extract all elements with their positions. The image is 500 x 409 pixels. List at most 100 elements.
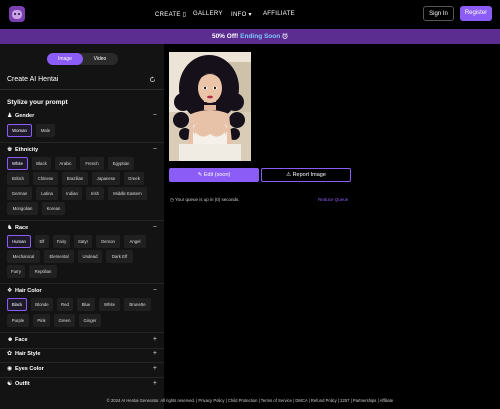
nav-affiliate[interactable]: AFFILIATE (263, 11, 295, 17)
chip-irish[interactable]: Irish (86, 187, 104, 200)
chip-white-hair[interactable]: White (99, 298, 120, 311)
hair-color-icon: ❖ (7, 288, 13, 294)
section-gender[interactable]: ♟ Gender − (7, 112, 157, 121)
refresh-icon[interactable] (149, 76, 156, 83)
promo-highlight: Ending Soon (240, 33, 281, 40)
chip-satyr[interactable]: Satyr (74, 235, 92, 248)
chip-furry[interactable]: Furry (7, 265, 25, 278)
chip-green[interactable]: Green (54, 314, 75, 327)
section-divider (0, 283, 164, 284)
chip-male[interactable]: Male (36, 124, 55, 137)
expand-icon[interactable]: + (153, 365, 157, 373)
chip-mongolian[interactable]: Mongolian (7, 202, 38, 215)
chip-egyptian[interactable]: Egyptian (108, 157, 134, 170)
chip-german[interactable]: German (7, 187, 32, 200)
top-header: CREATE ▯ GALLERY INFO ▾ AFFILIATE Sign I… (0, 0, 500, 29)
chip-greek[interactable]: Greek (124, 172, 144, 185)
sign-in-button[interactable]: Sign In (423, 6, 454, 21)
section-divider (0, 220, 164, 221)
chip-middle-eastern[interactable]: Middle Eastern (108, 187, 147, 200)
chip-korean[interactable]: Korean (42, 202, 65, 215)
report-label: Report Image (292, 172, 326, 178)
chip-mechanical[interactable]: Mechanical (7, 250, 40, 263)
eyes-color-icon: ◉ (7, 366, 13, 372)
alarm-clock-icon (282, 32, 288, 39)
collapse-icon[interactable]: − (153, 146, 157, 154)
chip-blonde[interactable]: Blonde (31, 298, 53, 311)
chip-french[interactable]: French (80, 157, 104, 170)
section-hair-style-label: Hair Style (15, 351, 41, 357)
site-logo[interactable] (9, 6, 25, 22)
section-divider (0, 377, 164, 378)
section-hair-style[interactable]: ✿ Hair Style + (7, 350, 157, 359)
section-race-label: Race (15, 225, 29, 231)
queue-status: ◷ Your queue is up in (0) seconds. (170, 197, 240, 203)
chip-red[interactable]: Red (57, 298, 73, 311)
section-divider (0, 362, 164, 363)
chip-dark-elf[interactable]: Dark Elf (106, 250, 133, 263)
footer: © 2024 AI Hentai Generator. All rights r… (106, 398, 394, 403)
tab-image[interactable]: Image (47, 53, 83, 65)
chip-british[interactable]: British (7, 172, 29, 185)
chip-reptilian[interactable]: Reptilian (29, 265, 57, 278)
chip-black[interactable]: Black (32, 157, 51, 170)
chip-brazilian[interactable]: Brazilian (62, 172, 88, 185)
section-ethnicity[interactable]: ♚ Ethnicity − (7, 146, 157, 155)
report-image-button[interactable]: ⚠ Report Image (261, 168, 351, 182)
pencil-icon: ✎ (197, 172, 203, 178)
chip-japanese[interactable]: Japanese (92, 172, 120, 185)
face-icon: ☻ (7, 337, 14, 343)
chip-black-hair[interactable]: Black (7, 298, 27, 311)
mode-toggle: Image Video (47, 53, 118, 65)
chip-ginger[interactable]: Ginger (79, 314, 101, 327)
tab-video[interactable]: Video (82, 53, 118, 65)
chip-blue[interactable]: Blue (77, 298, 95, 311)
chip-woman[interactable]: Woman (7, 124, 32, 137)
queue-text: Your queue is up in (0) seconds. (175, 197, 240, 202)
chip-fairy[interactable]: Fairy (53, 235, 70, 248)
chip-indian[interactable]: Indian (62, 187, 82, 200)
race-icon: ♞ (7, 225, 13, 231)
section-eyes-color[interactable]: ◉ Eyes Color + (7, 365, 157, 374)
outfit-icon: ☯ (7, 381, 13, 387)
collapse-icon[interactable]: − (153, 287, 157, 295)
chip-angel[interactable]: Angel (124, 235, 146, 248)
sidebar-divider (0, 89, 164, 90)
chip-brunette[interactable]: Brunette (124, 298, 151, 311)
expand-icon[interactable]: + (153, 380, 157, 388)
clock-icon: ◷ (170, 197, 174, 202)
collapse-icon[interactable]: − (153, 224, 157, 232)
chip-undead[interactable]: Undead (78, 250, 102, 263)
nav-info[interactable]: INFO ▾ (231, 11, 252, 18)
gender-icon: ♟ (7, 113, 13, 119)
chip-pink[interactable]: Pink (33, 314, 50, 327)
nav-create[interactable]: CREATE ▯ (155, 11, 186, 18)
create-sidebar: Image Video Create AI Hentai Stylize you… (0, 44, 164, 409)
chip-arabic[interactable]: Arabic (55, 157, 76, 170)
section-face[interactable]: ☻ Face + (7, 336, 157, 345)
chip-white[interactable]: White (7, 157, 28, 170)
expand-icon[interactable]: + (153, 350, 157, 358)
section-divider (0, 348, 164, 349)
chip-latina[interactable]: Latina (36, 187, 58, 200)
chip-elf[interactable]: Elf (35, 235, 49, 248)
edit-button[interactable]: ✎ Edit (soon) (169, 168, 259, 182)
promo-banner[interactable]: 50% Off! Ending Soon (0, 29, 500, 44)
chip-purple[interactable]: Purple (7, 314, 29, 327)
nav-gallery[interactable]: GALLERY (193, 11, 223, 17)
expand-icon[interactable]: + (153, 336, 157, 344)
chip-chinese[interactable]: Chinese (33, 172, 58, 185)
reduce-queue-link[interactable]: Reduce Queue (318, 197, 348, 202)
generated-image[interactable] (169, 52, 251, 161)
chip-demon[interactable]: Demon (96, 235, 120, 248)
generated-image-art (169, 52, 251, 161)
collapse-icon[interactable]: − (153, 112, 157, 120)
sidebar-title: Create AI Hentai (7, 76, 59, 83)
chip-human[interactable]: Human (7, 235, 31, 248)
register-button[interactable]: Register (460, 6, 492, 21)
section-race[interactable]: ♞ Race − (7, 224, 157, 233)
section-hair-color[interactable]: ❖ Hair Color − (7, 287, 157, 296)
chip-elemental[interactable]: Elemental (44, 250, 74, 263)
promo-text: 50% Off! (211, 33, 239, 40)
section-outfit[interactable]: ☯ Outfit + (7, 380, 157, 389)
